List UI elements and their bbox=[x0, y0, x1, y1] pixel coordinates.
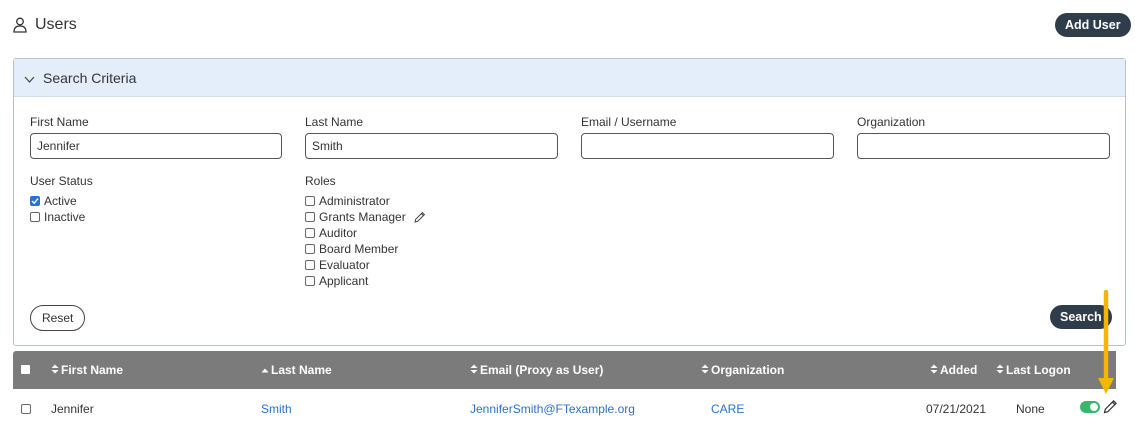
page-title: Users bbox=[35, 16, 77, 33]
page-header: Users bbox=[13, 16, 77, 34]
status-option-active[interactable]: Active bbox=[30, 193, 77, 209]
chevron-down-icon bbox=[24, 70, 35, 86]
checkbox[interactable] bbox=[305, 228, 315, 238]
column-organization[interactable]: Organization bbox=[701, 363, 784, 377]
reset-button[interactable]: Reset bbox=[30, 305, 86, 331]
checkbox[interactable] bbox=[305, 244, 315, 254]
status-option-inactive[interactable]: Inactive bbox=[30, 209, 85, 225]
role-option-label: Board Member bbox=[319, 242, 399, 256]
last-name-input[interactable] bbox=[305, 133, 558, 159]
column-label: Organization bbox=[711, 363, 785, 377]
organization-input[interactable] bbox=[857, 133, 1110, 159]
sort-asc-icon bbox=[261, 363, 269, 377]
sort-both-icon bbox=[701, 363, 709, 377]
column-label: Last Logon bbox=[1006, 363, 1071, 377]
status-option-label: Inactive bbox=[44, 210, 86, 224]
roles-label: Roles bbox=[305, 174, 336, 188]
sort-both-icon bbox=[51, 363, 59, 377]
column-email[interactable]: Email (Proxy as User) bbox=[470, 363, 603, 377]
cell-email-link[interactable]: JenniferSmith@FTexample.org bbox=[470, 402, 635, 416]
search-criteria-panel: Search Criteria First Name Last Name Ema… bbox=[13, 58, 1126, 346]
checkbox[interactable] bbox=[305, 212, 315, 222]
organization-label: Organization bbox=[857, 115, 926, 129]
role-option-evaluator[interactable]: Evaluator bbox=[305, 257, 370, 273]
checkbox-checked[interactable] bbox=[30, 196, 40, 206]
row-checkbox[interactable] bbox=[21, 404, 31, 414]
users-table: First Name Last Name Email (Proxy as Use… bbox=[13, 351, 1126, 426]
first-name-input[interactable] bbox=[30, 133, 282, 159]
add-user-button[interactable]: Add User bbox=[1055, 13, 1131, 37]
role-option-label: Evaluator bbox=[319, 258, 370, 272]
column-added[interactable]: Added bbox=[930, 363, 977, 377]
role-option-auditor[interactable]: Auditor bbox=[305, 225, 357, 241]
status-option-label: Active bbox=[44, 194, 77, 208]
user-icon bbox=[13, 17, 27, 33]
role-option-label: Grants Manager bbox=[319, 210, 406, 224]
role-option-board-member[interactable]: Board Member bbox=[305, 241, 398, 257]
column-label: Last Name bbox=[271, 363, 332, 377]
select-all-checkbox[interactable] bbox=[21, 365, 30, 374]
first-name-label: First Name bbox=[30, 115, 89, 129]
checkbox[interactable] bbox=[305, 276, 315, 286]
column-label: Added bbox=[940, 363, 978, 377]
column-last-logon[interactable]: Last Logon bbox=[996, 363, 1071, 377]
role-option-label: Administrator bbox=[319, 194, 390, 208]
role-option-grants-manager[interactable]: Grants Manager bbox=[305, 209, 426, 225]
search-criteria-title: Search Criteria bbox=[43, 69, 137, 86]
column-label: Email (Proxy as User) bbox=[480, 363, 604, 377]
user-status-label: User Status bbox=[30, 174, 93, 188]
email-input[interactable] bbox=[581, 133, 834, 159]
sort-both-icon bbox=[470, 363, 478, 377]
checkbox[interactable] bbox=[30, 212, 40, 222]
table-row: Jennifer Smith JenniferSmith@FTexample.o… bbox=[13, 389, 1126, 426]
checkbox[interactable] bbox=[305, 196, 315, 206]
role-option-label: Auditor bbox=[319, 226, 358, 240]
checkbox[interactable] bbox=[305, 260, 315, 270]
cell-last-name-link[interactable]: Smith bbox=[261, 402, 292, 416]
cell-organization-link[interactable]: CARE bbox=[711, 402, 744, 416]
cell-first-name: Jennifer bbox=[51, 402, 94, 416]
email-label: Email / Username bbox=[581, 115, 677, 129]
search-criteria-header[interactable]: Search Criteria bbox=[14, 59, 1125, 97]
table-header: First Name Last Name Email (Proxy as Use… bbox=[13, 351, 1116, 389]
role-option-administrator[interactable]: Administrator bbox=[305, 193, 390, 209]
annotation-arrow-icon bbox=[1096, 289, 1116, 405]
last-name-label: Last Name bbox=[305, 115, 364, 129]
column-last-name[interactable]: Last Name bbox=[261, 363, 332, 377]
role-option-label: Applicant bbox=[319, 274, 369, 288]
pencil-icon[interactable] bbox=[413, 211, 426, 224]
cell-added: 07/21/2021 bbox=[926, 402, 987, 416]
role-option-applicant[interactable]: Applicant bbox=[305, 273, 368, 289]
sort-both-icon bbox=[996, 363, 1004, 377]
sort-both-icon bbox=[930, 363, 938, 377]
column-label: First Name bbox=[61, 363, 124, 377]
column-first-name[interactable]: First Name bbox=[51, 363, 123, 377]
cell-last-logon: None bbox=[1016, 402, 1045, 416]
